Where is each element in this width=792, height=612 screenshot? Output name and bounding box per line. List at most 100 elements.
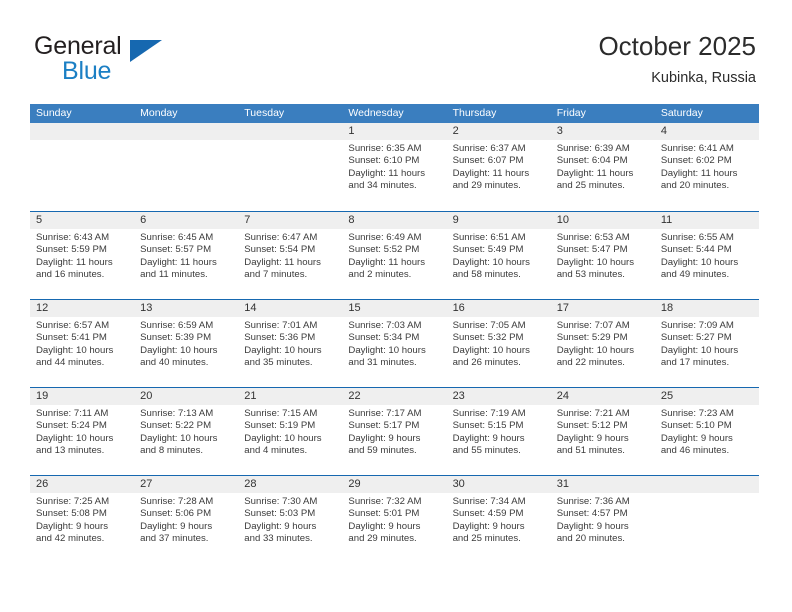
day-details: Sunrise: 6:53 AM Sunset: 5:47 PM Daylight:… (557, 232, 649, 282)
day-details: Sunrise: 7:25 AM Sunset: 5:08 PM Daylight:… (36, 496, 128, 546)
sunrise-text: Sunrise: 7:11 AM (36, 408, 109, 419)
daylight-text-line2: and 4 minutes. (244, 445, 308, 457)
day-details: Sunrise: 7:30 AM Sunset: 5:03 PM Daylight:… (244, 496, 336, 546)
daylight-text-line2: and 31 minutes. (348, 357, 417, 369)
calendar-day-cell-empty (134, 123, 238, 211)
calendar-day-cell[interactable]: 12 Sunrise: 6:57 AM Sunset: 5:41 PM Dayligh… (30, 300, 134, 388)
calendar-day-cell[interactable]: 3 Sunrise: 6:39 AM Sunset: 6:04 PM Daylight… (551, 123, 655, 211)
daylight-text-line1: Daylight: 10 hours (244, 432, 322, 444)
daylight-text-line2: and 49 minutes. (660, 269, 730, 281)
sunset-text: Sunset: 5:34 PM (348, 332, 420, 344)
sunrise-text: Sunrise: 7:13 AM (140, 408, 214, 419)
calendar-day-cell[interactable]: 7 Sunrise: 6:47 AM Sunset: 5:54 PM Daylight… (238, 212, 342, 300)
sunset-text: Sunset: 5:32 PM (452, 332, 524, 344)
calendar-day-cell[interactable]: 10 Sunrise: 6:53 AM Sunset: 5:47 PM Dayligh… (551, 212, 655, 300)
brand-name-general: General (34, 32, 122, 60)
daylight-text-line1: Daylight: 9 hours (556, 520, 629, 532)
week-cells: 19 Sunrise: 7:11 AM Sunset: 5:24 PM Dayligh… (30, 388, 759, 476)
daylight-text-line2: and 42 minutes. (36, 533, 105, 545)
sunset-text: Sunset: 5:24 PM (36, 420, 107, 432)
calendar-day-cell[interactable]: 24 Sunrise: 7:21 AM Sunset: 5:12 PM Dayligh… (551, 388, 655, 476)
day-details: Sunrise: 6:59 AM Sunset: 5:39 PM Daylight:… (140, 320, 232, 370)
calendar-day-cell[interactable]: 6 Sunrise: 6:45 AM Sunset: 5:57 PM Daylight… (134, 212, 238, 300)
day-details: Sunrise: 6:37 AM Sunset: 6:07 PM Daylight:… (453, 143, 545, 193)
dow-wednesday: Wednesday (348, 107, 404, 119)
sunrise-text: Sunrise: 7:19 AM (452, 408, 526, 419)
day-details: Sunrise: 6:55 AM Sunset: 5:44 PM Daylight:… (661, 232, 753, 282)
day-number: 26 (36, 478, 49, 490)
calendar-day-cell[interactable]: 31 Sunrise: 7:36 AM Sunset: 4:57 PM Dayligh… (551, 476, 655, 564)
day-number: 23 (452, 390, 465, 402)
calendar-day-cell[interactable]: 8 Sunrise: 6:49 AM Sunset: 5:52 PM Daylight… (342, 212, 446, 300)
day-number: 21 (244, 390, 257, 402)
daylight-text-line2: and 8 minutes. (140, 445, 204, 457)
day-number: 22 (348, 390, 361, 402)
daylight-text-line1: Daylight: 10 hours (452, 344, 530, 356)
calendar-day-cell[interactable]: 23 Sunrise: 7:19 AM Sunset: 5:15 PM Dayligh… (447, 388, 551, 476)
daylight-text-line1: Daylight: 10 hours (140, 432, 218, 444)
brand-logo[interactable]: General Blue (34, 32, 264, 90)
page-header: General Blue October 2025 Kubinka, Russi… (0, 0, 792, 100)
day-number: 14 (244, 302, 257, 314)
daylight-text-line1: Daylight: 10 hours (556, 256, 635, 268)
sunrise-text: Sunrise: 7:28 AM (140, 496, 214, 507)
calendar-day-cell[interactable]: 9 Sunrise: 6:51 AM Sunset: 5:49 PM Daylight… (447, 212, 551, 300)
day-details: Sunrise: 7:07 AM Sunset: 5:29 PM Daylight:… (557, 320, 649, 370)
calendar-day-cell[interactable]: 17 Sunrise: 7:07 AM Sunset: 5:29 PM Dayligh… (551, 300, 655, 388)
calendar-day-cell[interactable]: 21 Sunrise: 7:15 AM Sunset: 5:19 PM Dayligh… (238, 388, 342, 476)
calendar-day-cell[interactable]: 2 Sunrise: 6:37 AM Sunset: 6:07 PM Daylight… (447, 123, 551, 211)
calendar-day-cell[interactable]: 18 Sunrise: 7:09 AM Sunset: 5:27 PM Dayligh… (655, 300, 759, 388)
calendar-day-cell[interactable]: 29 Sunrise: 7:32 AM Sunset: 5:01 PM Dayligh… (342, 476, 446, 564)
calendar-day-cell[interactable]: 27 Sunrise: 7:28 AM Sunset: 5:06 PM Dayligh… (134, 476, 238, 564)
daylight-text-line2: and 51 minutes. (556, 445, 625, 457)
calendar-day-cell[interactable]: 4 Sunrise: 6:41 AM Sunset: 6:02 PM Daylight… (655, 123, 759, 211)
sunrise-text: Sunrise: 7:23 AM (660, 408, 734, 419)
sunrise-text: Sunrise: 7:25 AM (36, 496, 110, 507)
daylight-text-line1: Daylight: 9 hours (140, 520, 213, 532)
daylight-text-line1: Daylight: 9 hours (348, 520, 421, 532)
day-number: 17 (556, 302, 569, 314)
day-details: Sunrise: 7:05 AM Sunset: 5:32 PM Daylight:… (453, 320, 545, 370)
day-details: Sunrise: 7:01 AM Sunset: 5:36 PM Daylight:… (244, 320, 336, 370)
dow-thursday: Thursday (452, 107, 497, 119)
dow-monday: Monday (140, 107, 178, 119)
calendar-day-cell[interactable]: 14 Sunrise: 7:01 AM Sunset: 5:36 PM Dayligh… (238, 300, 342, 388)
sunset-text: Sunset: 5:03 PM (244, 508, 316, 520)
calendar-day-cell[interactable]: 13 Sunrise: 6:59 AM Sunset: 5:39 PM Dayligh… (134, 300, 238, 388)
sunrise-text: Sunrise: 7:09 AM (660, 320, 734, 331)
calendar-day-cell[interactable]: 22 Sunrise: 7:17 AM Sunset: 5:17 PM Dayligh… (342, 388, 446, 476)
week-cells: 12 Sunrise: 6:57 AM Sunset: 5:41 PM Dayligh… (30, 300, 759, 388)
daylight-text-line2: and 46 minutes. (660, 445, 730, 457)
daylight-text-line2: and 20 minutes. (556, 533, 625, 545)
sunrise-text: Sunrise: 7:21 AM (556, 408, 630, 419)
calendar-day-cell[interactable]: 28 Sunrise: 7:30 AM Sunset: 5:03 PM Dayligh… (238, 476, 342, 564)
sunset-text: Sunset: 5:29 PM (556, 332, 628, 344)
dow-saturday: Saturday (660, 107, 703, 119)
day-number: 16 (452, 302, 465, 314)
calendar-day-cell[interactable]: 30 Sunrise: 7:34 AM Sunset: 4:59 PM Dayligh… (447, 476, 551, 564)
daylight-text-line2: and 59 minutes. (348, 445, 417, 457)
sunrise-text: Sunrise: 7:36 AM (556, 496, 630, 507)
day-details: Sunrise: 7:19 AM Sunset: 5:15 PM Daylight:… (453, 408, 545, 458)
day-details: Sunrise: 7:32 AM Sunset: 5:01 PM Daylight:… (348, 496, 440, 546)
calendar-day-cell[interactable]: 19 Sunrise: 7:11 AM Sunset: 5:24 PM Dayligh… (30, 388, 134, 476)
calendar-day-cell[interactable]: 16 Sunrise: 7:05 AM Sunset: 5:32 PM Dayligh… (447, 300, 551, 388)
day-number: 28 (244, 478, 257, 490)
daylight-text-line1: Daylight: 9 hours (452, 520, 525, 532)
calendar-day-cell[interactable]: 15 Sunrise: 7:03 AM Sunset: 5:34 PM Dayligh… (342, 300, 446, 388)
calendar-day-cell[interactable]: 26 Sunrise: 7:25 AM Sunset: 5:08 PM Dayligh… (30, 476, 134, 564)
daylight-text-line1: Daylight: 11 hours (556, 167, 634, 179)
calendar-day-cell[interactable]: 20 Sunrise: 7:13 AM Sunset: 5:22 PM Dayligh… (134, 388, 238, 476)
calendar-day-cell[interactable]: 11 Sunrise: 6:55 AM Sunset: 5:44 PM Dayligh… (655, 212, 759, 300)
calendar-day-cell[interactable]: 5 Sunrise: 6:43 AM Sunset: 5:59 PM Daylight… (30, 212, 134, 300)
sunrise-text: Sunrise: 7:01 AM (244, 320, 318, 331)
daylight-text-line2: and 29 minutes. (452, 180, 521, 192)
daylight-text-line1: Daylight: 10 hours (140, 344, 218, 356)
calendar-day-cell[interactable]: 25 Sunrise: 7:23 AM Sunset: 5:10 PM Dayligh… (655, 388, 759, 476)
calendar-day-cell-empty (30, 123, 134, 211)
daylight-text-line1: Daylight: 9 hours (348, 432, 421, 444)
calendar-page: General Blue October 2025 Kubinka, Russi… (0, 0, 792, 612)
sunset-text: Sunset: 5:59 PM (36, 244, 107, 256)
day-details: Sunrise: 6:45 AM Sunset: 5:57 PM Daylight:… (140, 232, 232, 282)
calendar-day-cell[interactable]: 1 Sunrise: 6:35 AM Sunset: 6:10 PM Daylight… (342, 123, 446, 211)
